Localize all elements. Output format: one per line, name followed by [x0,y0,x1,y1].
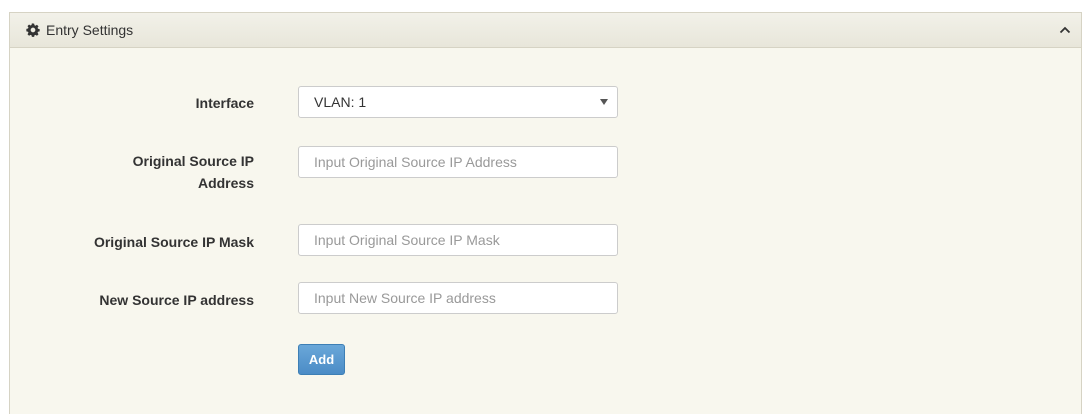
panel-header[interactable]: Entry Settings [10,13,1081,48]
original-source-mask-input[interactable] [298,224,618,256]
caret-down-icon [600,99,608,105]
panel-title: Entry Settings [46,22,134,38]
original-source-mask-label: Original Source IP Mask [93,234,254,250]
original-source-ip-label: Original Source IP Address [133,150,254,194]
original-source-ip-input[interactable] [298,146,618,178]
original-source-ip-label-line1: Original Source IP [132,153,254,169]
entry-settings-panel: Entry Settings Interface VLAN: 1 Origina… [9,12,1082,414]
gear-icon [26,23,40,37]
new-source-ip-input[interactable] [298,282,618,314]
new-source-ip-label: New Source IP address [99,292,254,308]
chevron-up-icon[interactable] [1059,25,1071,35]
add-button[interactable]: Add [298,344,345,375]
original-source-ip-label-line2: Address [197,175,254,191]
interface-label: Interface [195,95,254,111]
interface-select[interactable]: VLAN: 1 [298,86,618,118]
interface-selected-value: VLAN: 1 [314,94,367,110]
